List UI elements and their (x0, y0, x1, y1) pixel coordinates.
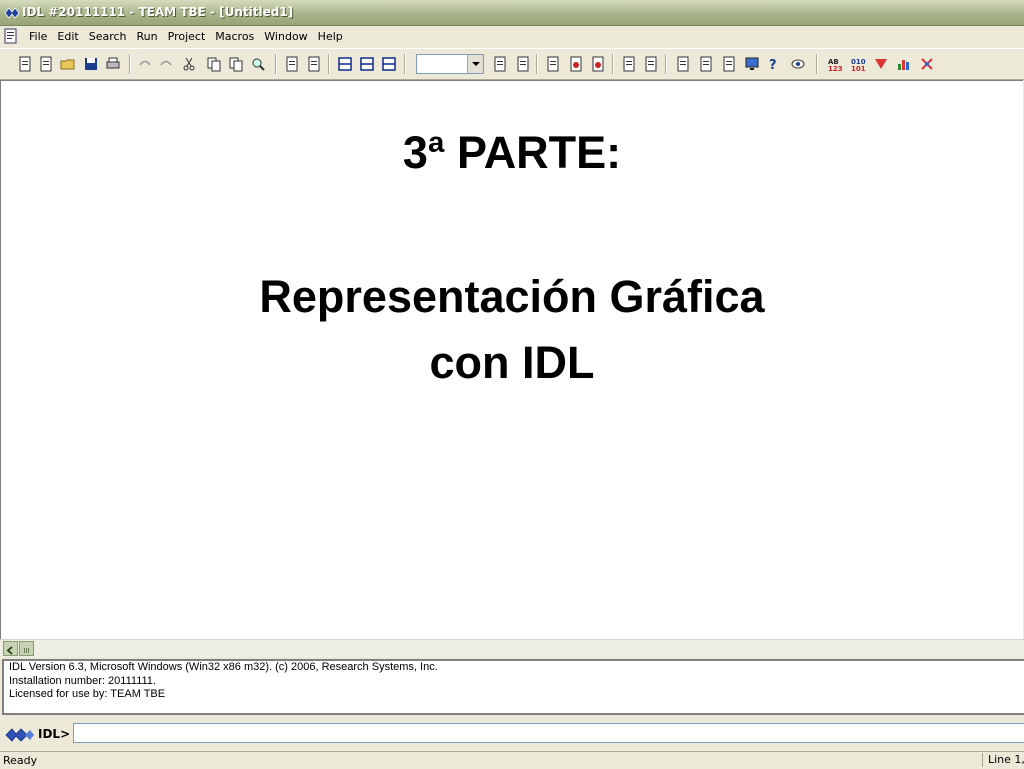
menu-run[interactable]: Run (132, 26, 163, 47)
output-line: Licensed for use by: TEAM TBE (9, 688, 166, 700)
stack-icon[interactable] (721, 56, 737, 72)
menu-window[interactable]: Window (259, 26, 312, 47)
toolbar-separator (275, 54, 277, 74)
menu-project[interactable]: Project (163, 26, 211, 47)
menu-help[interactable]: Help (313, 26, 348, 47)
toolbar-separator (404, 54, 406, 74)
toolbar-separator (816, 54, 818, 74)
step-over-icon[interactable] (515, 56, 531, 72)
chart-icon[interactable] (896, 56, 912, 72)
new-window-icon[interactable] (38, 56, 54, 72)
command-bar: IDL> (0, 719, 1024, 749)
toolbar-separator (612, 54, 614, 74)
idl-logo-icon (4, 5, 20, 19)
undo-icon[interactable] (137, 56, 153, 72)
svg-text:101: 101 (851, 65, 866, 72)
window-title: IDL #20111111 - TEAM TBE - [Untitled1] (22, 5, 294, 19)
toolbar-separator (129, 54, 131, 74)
reset-icon[interactable] (698, 56, 714, 72)
print-icon[interactable] (105, 56, 121, 72)
toolbar: ? AB 123 010 101 (0, 48, 1024, 80)
ab-123-icon[interactable]: AB 123 (827, 56, 843, 72)
subtitle-line-1: Representación Gráfica (259, 271, 765, 322)
toolbar-separator (328, 54, 330, 74)
paste-icon[interactable] (228, 56, 244, 72)
chevron-down-icon[interactable] (467, 55, 483, 73)
prev-bookmark-icon[interactable] (643, 56, 659, 72)
tools-icon[interactable] (919, 56, 935, 72)
menu-macros[interactable]: Macros (210, 26, 259, 47)
command-prompt-label: IDL> (38, 727, 71, 741)
hdf-icon[interactable] (873, 56, 889, 72)
bookmark-icon[interactable] (621, 56, 637, 72)
step-into-icon[interactable] (492, 56, 508, 72)
breakpoint-icon[interactable] (568, 56, 584, 72)
horizontal-split-icon[interactable] (359, 56, 375, 72)
menu-file[interactable]: File (24, 26, 52, 47)
run-icon[interactable] (306, 56, 322, 72)
menu-edit[interactable]: Edit (52, 26, 83, 47)
help-icon[interactable]: ? (767, 56, 783, 72)
toolbar-separator (536, 54, 538, 74)
status-text: Ready (3, 754, 38, 767)
trace-icon[interactable] (675, 56, 691, 72)
vertical-split-icon[interactable] (381, 56, 397, 72)
slide-subtitle: Representación Gráfica con IDL (0, 264, 1024, 396)
monitor-icon[interactable] (744, 56, 760, 72)
redo-icon[interactable] (158, 56, 174, 72)
output-line: IDL Version 6.3, Microsoft Windows (Win3… (9, 661, 438, 673)
open-folder-icon[interactable] (60, 56, 76, 72)
scroll-left-button[interactable] (3, 641, 18, 656)
idl-prompt-icon (5, 727, 35, 743)
cut-icon[interactable] (181, 56, 197, 72)
copy-icon[interactable] (206, 56, 222, 72)
step-out-icon[interactable] (545, 56, 561, 72)
document-icon[interactable] (4, 28, 18, 44)
output-line: Installation number: 20111111. (9, 674, 156, 687)
tile-icon[interactable] (337, 56, 353, 72)
find-icon[interactable] (250, 56, 266, 72)
binary-icon[interactable]: 010 101 (850, 56, 866, 72)
configuration-dropdown[interactable] (416, 54, 484, 74)
subtitle-line-2: con IDL (429, 337, 595, 388)
menu-bar: File Edit Search Run Project Macros Window Help (0, 26, 1024, 47)
svg-text:123: 123 (828, 65, 843, 72)
title-bar: IDL #20111111 - TEAM TBE - [Untitled1] (0, 0, 1024, 26)
page-title: 3ª PARTE: (402, 127, 622, 178)
status-bar: Ready Line 1, Col 1 (0, 751, 1024, 769)
clear-breakpoint-icon[interactable] (590, 56, 606, 72)
toolbar-separator (665, 54, 667, 74)
eye-icon[interactable] (790, 56, 806, 72)
cursor-position: Line 1, Col 1 (982, 753, 1024, 767)
horizontal-scrollbar[interactable] (0, 639, 1024, 657)
save-icon[interactable] (83, 56, 99, 72)
command-input[interactable] (73, 723, 1024, 743)
compile-icon[interactable] (284, 56, 300, 72)
scroll-thumb[interactable] (19, 641, 34, 656)
output-log: IDL Version 6.3, Microsoft Windows (Win3… (2, 659, 1024, 715)
menu-search[interactable]: Search (84, 26, 132, 47)
svg-text:?: ? (769, 58, 777, 72)
new-file-icon[interactable] (17, 56, 33, 72)
